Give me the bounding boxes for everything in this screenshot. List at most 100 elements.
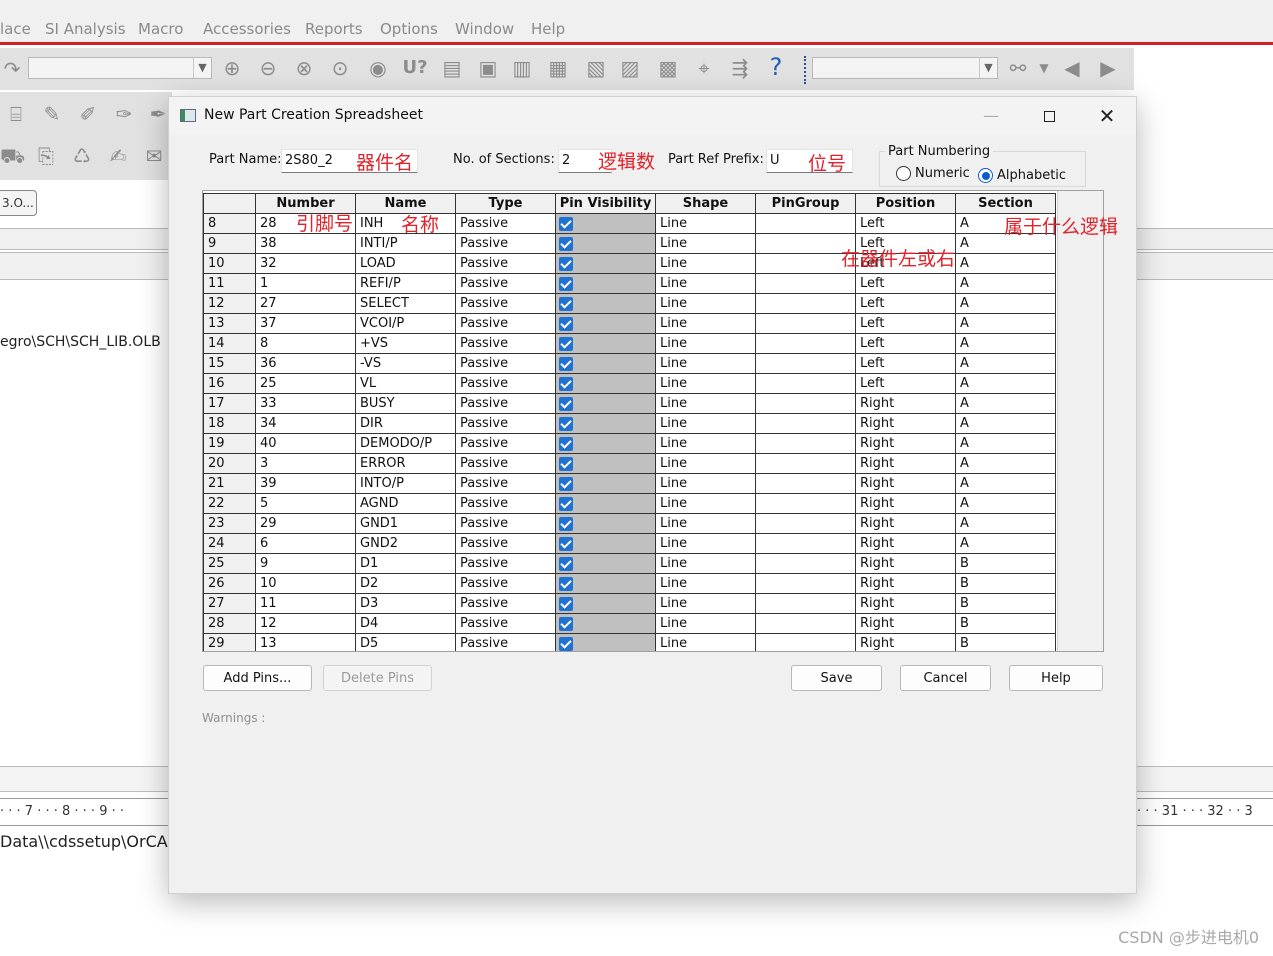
row-header[interactable]: 13: [203, 314, 256, 334]
cell-type[interactable]: Passive: [456, 514, 556, 534]
maximize-button[interactable]: [1020, 97, 1078, 135]
cell-number[interactable]: 25: [256, 374, 356, 394]
notes-icon[interactable]: ✉: [142, 144, 166, 168]
cell-pingroup[interactable]: [756, 554, 856, 574]
cart-icon[interactable]: ⛟: [0, 144, 25, 168]
checkbox-checked-icon[interactable]: [559, 497, 573, 511]
row-header[interactable]: 26: [203, 574, 256, 594]
help-icon[interactable]: ?: [764, 55, 788, 79]
zoom-in-icon[interactable]: ⊕: [220, 56, 244, 80]
col-header-section[interactable]: Section: [956, 193, 1056, 214]
recycle-icon[interactable]: ♺: [70, 144, 94, 168]
cell-shape[interactable]: Line: [656, 614, 756, 634]
cell-type[interactable]: Passive: [456, 614, 556, 634]
pin-visibility-cell[interactable]: [556, 454, 656, 474]
table-row[interactable]: 28 12 D4 Passive Line Right B: [203, 614, 1056, 634]
pin-visibility-cell[interactable]: [556, 314, 656, 334]
checkbox-checked-icon[interactable]: [559, 597, 573, 611]
checkbox-checked-icon[interactable]: [559, 377, 573, 391]
cell-position[interactable]: Left: [856, 214, 956, 234]
cell-pingroup[interactable]: [756, 374, 856, 394]
cell-name[interactable]: -VS: [356, 354, 456, 374]
col-header-name[interactable]: Name: [356, 193, 456, 214]
cell-position[interactable]: Right: [856, 614, 956, 634]
table-row[interactable]: 29 13 D5 Passive Line Right B: [203, 634, 1056, 651]
cell-section[interactable]: A: [956, 474, 1056, 494]
pin-visibility-cell[interactable]: [556, 214, 656, 234]
table-row[interactable]: 23 29 GND1 Passive Line Right A: [203, 514, 1056, 534]
row-header[interactable]: 18: [203, 414, 256, 434]
cell-number[interactable]: 1: [256, 274, 356, 294]
pin-visibility-cell[interactable]: [556, 414, 656, 434]
cell-section[interactable]: A: [956, 394, 1056, 414]
cell-name[interactable]: LOAD: [356, 254, 456, 274]
cell-section[interactable]: B: [956, 614, 1056, 634]
checkbox-checked-icon[interactable]: [559, 557, 573, 571]
cell-pingroup[interactable]: [756, 574, 856, 594]
menu-help[interactable]: Help: [531, 20, 565, 38]
cell-pingroup[interactable]: [756, 534, 856, 554]
cell-name[interactable]: ERROR: [356, 454, 456, 474]
redo-icon[interactable]: ↷: [0, 57, 24, 81]
cell-shape[interactable]: Line: [656, 214, 756, 234]
pin-visibility-cell[interactable]: [556, 574, 656, 594]
row-header[interactable]: 19: [203, 434, 256, 454]
cell-name[interactable]: AGND: [356, 494, 456, 514]
table-row[interactable]: 16 25 VL Passive Line Left A: [203, 374, 1056, 394]
row-header[interactable]: 28: [203, 614, 256, 634]
cell-pingroup[interactable]: [756, 314, 856, 334]
cell-type[interactable]: Passive: [456, 494, 556, 514]
cell-pingroup[interactable]: [756, 394, 856, 414]
cell-name[interactable]: VL: [356, 374, 456, 394]
cell-shape[interactable]: Line: [656, 374, 756, 394]
pin-visibility-cell[interactable]: [556, 614, 656, 634]
pin-visibility-cell[interactable]: [556, 274, 656, 294]
pin-visibility-cell[interactable]: [556, 474, 656, 494]
table-row[interactable]: 14 8 +VS Passive Line Left A: [203, 334, 1056, 354]
cell-name[interactable]: D4: [356, 614, 456, 634]
cell-shape[interactable]: Line: [656, 314, 756, 334]
delete-pins-button[interactable]: Delete Pins: [323, 665, 432, 691]
checkbox-checked-icon[interactable]: [559, 477, 573, 491]
cell-pingroup[interactable]: [756, 234, 856, 254]
cell-section[interactable]: B: [956, 634, 1056, 651]
grid-scrollbar[interactable]: [1057, 191, 1103, 651]
cell-section[interactable]: A: [956, 494, 1056, 514]
checkbox-checked-icon[interactable]: [559, 417, 573, 431]
cell-section[interactable]: A: [956, 314, 1056, 334]
cell-number[interactable]: 10: [256, 574, 356, 594]
zoom-all-icon[interactable]: ⊙: [328, 56, 352, 80]
menu-si-analysis[interactable]: SI Analysis: [45, 20, 126, 38]
cell-number[interactable]: 13: [256, 634, 356, 651]
table-row[interactable]: 27 11 D3 Passive Line Right B: [203, 594, 1056, 614]
menu-accessories[interactable]: Accessories: [203, 20, 291, 38]
table-row[interactable]: 25 9 D1 Passive Line Right B: [203, 554, 1056, 574]
checkbox-checked-icon[interactable]: [559, 237, 573, 251]
minimize-button[interactable]: —: [962, 97, 1020, 135]
cell-section[interactable]: A: [956, 294, 1056, 314]
checkbox-checked-icon[interactable]: [559, 337, 573, 351]
cell-pingroup[interactable]: [756, 614, 856, 634]
cell-shape[interactable]: Line: [656, 334, 756, 354]
checkbox-checked-icon[interactable]: [559, 637, 573, 651]
cell-number[interactable]: 32: [256, 254, 356, 274]
chevron-down-icon[interactable]: ▼: [1032, 56, 1056, 80]
pin-visibility-cell[interactable]: [556, 594, 656, 614]
table-row[interactable]: 19 40 DEMODO/P Passive Line Right A: [203, 434, 1056, 454]
cell-section[interactable]: A: [956, 274, 1056, 294]
area-select-icon[interactable]: ▩: [656, 56, 680, 80]
alphabetic-radio[interactable]: [978, 168, 993, 183]
cell-shape[interactable]: Line: [656, 534, 756, 554]
copy-icon[interactable]: ⎘: [34, 144, 58, 168]
cell-pingroup[interactable]: [756, 454, 856, 474]
row-header[interactable]: 16: [203, 374, 256, 394]
table-row[interactable]: 11 1 REFI/P Passive Line Left A: [203, 274, 1056, 294]
forward-icon[interactable]: ▶: [1096, 56, 1120, 80]
checkbox-checked-icon[interactable]: [559, 317, 573, 331]
cell-name[interactable]: D3: [356, 594, 456, 614]
cell-shape[interactable]: Line: [656, 234, 756, 254]
pin-spreadsheet[interactable]: Number Name Type Pin Visibility Shape PinGrou…: [202, 190, 1104, 652]
back-icon[interactable]: ◀: [1060, 56, 1084, 80]
col-header-shape[interactable]: Shape: [656, 193, 756, 214]
cell-type[interactable]: Passive: [456, 214, 556, 234]
